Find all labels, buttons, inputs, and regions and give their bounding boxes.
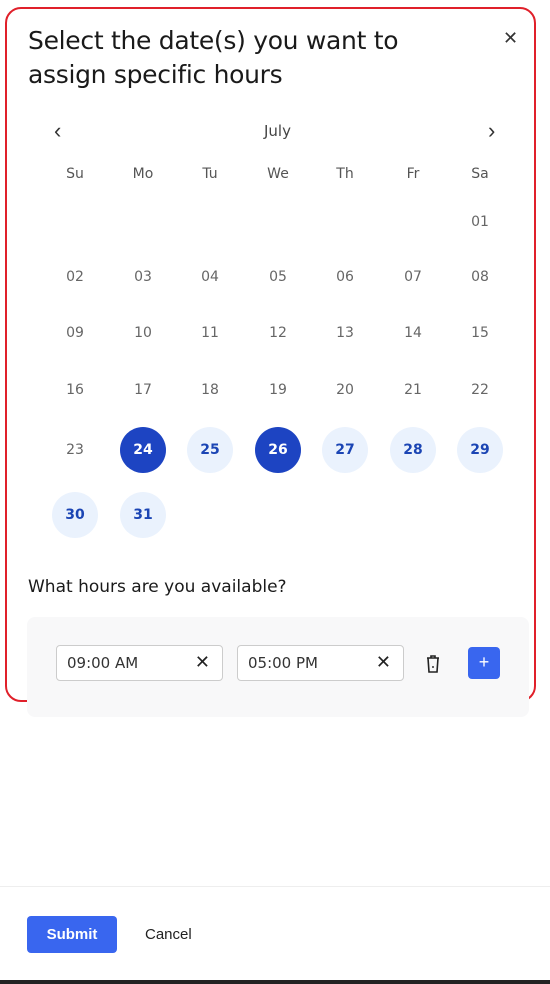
dialog-title: Select the date(s) you want to assign sp… [28, 26, 399, 89]
hours-question: What hours are you available? [28, 577, 287, 597]
calendar-day-01[interactable]: 01 [457, 199, 503, 245]
add-time-range-button[interactable]: + [468, 647, 500, 679]
calendar-day-23[interactable]: 23 [52, 427, 98, 473]
calendar-day-12[interactable]: 12 [255, 310, 301, 356]
close-icon[interactable]: ✕ [503, 28, 518, 49]
calendar-day-19[interactable]: 19 [255, 367, 301, 413]
calendar-day-15[interactable]: 15 [457, 310, 503, 356]
month-label: July [264, 122, 291, 140]
calendar-day-26[interactable]: 26 [255, 427, 301, 473]
calendar-day-22[interactable]: 22 [457, 367, 503, 413]
weekday-header: We [267, 166, 289, 182]
calendar-day-16[interactable]: 16 [52, 367, 98, 413]
clear-end-time-icon[interactable]: ✕ [376, 652, 391, 673]
calendar-day-30[interactable]: 30 [52, 492, 98, 538]
window-bottom-edge [0, 980, 550, 984]
calendar-day-10[interactable]: 10 [120, 310, 166, 356]
weekday-header: Sa [471, 166, 489, 182]
clear-start-time-icon[interactable]: ✕ [195, 652, 210, 673]
calendar-day-17[interactable]: 17 [120, 367, 166, 413]
calendar-day-11[interactable]: 11 [187, 310, 233, 356]
calendar-day-02[interactable]: 02 [52, 254, 98, 300]
weekday-header: Su [66, 166, 84, 182]
calendar-day-28[interactable]: 28 [390, 427, 436, 473]
trash-icon[interactable] [424, 654, 442, 679]
end-time-input[interactable] [248, 654, 358, 672]
end-time-field[interactable]: ✕ [237, 645, 404, 681]
weekday-header: Tu [202, 166, 218, 182]
submit-button[interactable]: Submit [27, 916, 117, 953]
calendar-day-05[interactable]: 05 [255, 254, 301, 300]
calendar-day-08[interactable]: 08 [457, 254, 503, 300]
calendar-day-18[interactable]: 18 [187, 367, 233, 413]
calendar-day-31[interactable]: 31 [120, 492, 166, 538]
calendar-day-04[interactable]: 04 [187, 254, 233, 300]
calendar-day-07[interactable]: 07 [390, 254, 436, 300]
calendar-day-03[interactable]: 03 [120, 254, 166, 300]
start-time-input[interactable] [67, 654, 177, 672]
start-time-field[interactable]: ✕ [56, 645, 223, 681]
calendar-day-06[interactable]: 06 [322, 254, 368, 300]
calendar-day-27[interactable]: 27 [322, 427, 368, 473]
calendar-day-21[interactable]: 21 [390, 367, 436, 413]
calendar-day-14[interactable]: 14 [390, 310, 436, 356]
weekday-header: Mo [132, 166, 154, 182]
weekday-header: Th [336, 166, 354, 182]
calendar-day-25[interactable]: 25 [187, 427, 233, 473]
calendar-day-29[interactable]: 29 [457, 427, 503, 473]
calendar-day-20[interactable]: 20 [322, 367, 368, 413]
calendar-day-09[interactable]: 09 [52, 310, 98, 356]
calendar-day-13[interactable]: 13 [322, 310, 368, 356]
cancel-button[interactable]: Cancel [145, 926, 192, 943]
calendar-day-24[interactable]: 24 [120, 427, 166, 473]
chevron-right-icon[interactable]: › [488, 118, 495, 144]
weekday-header: Fr [406, 166, 420, 182]
footer-divider [0, 886, 550, 887]
